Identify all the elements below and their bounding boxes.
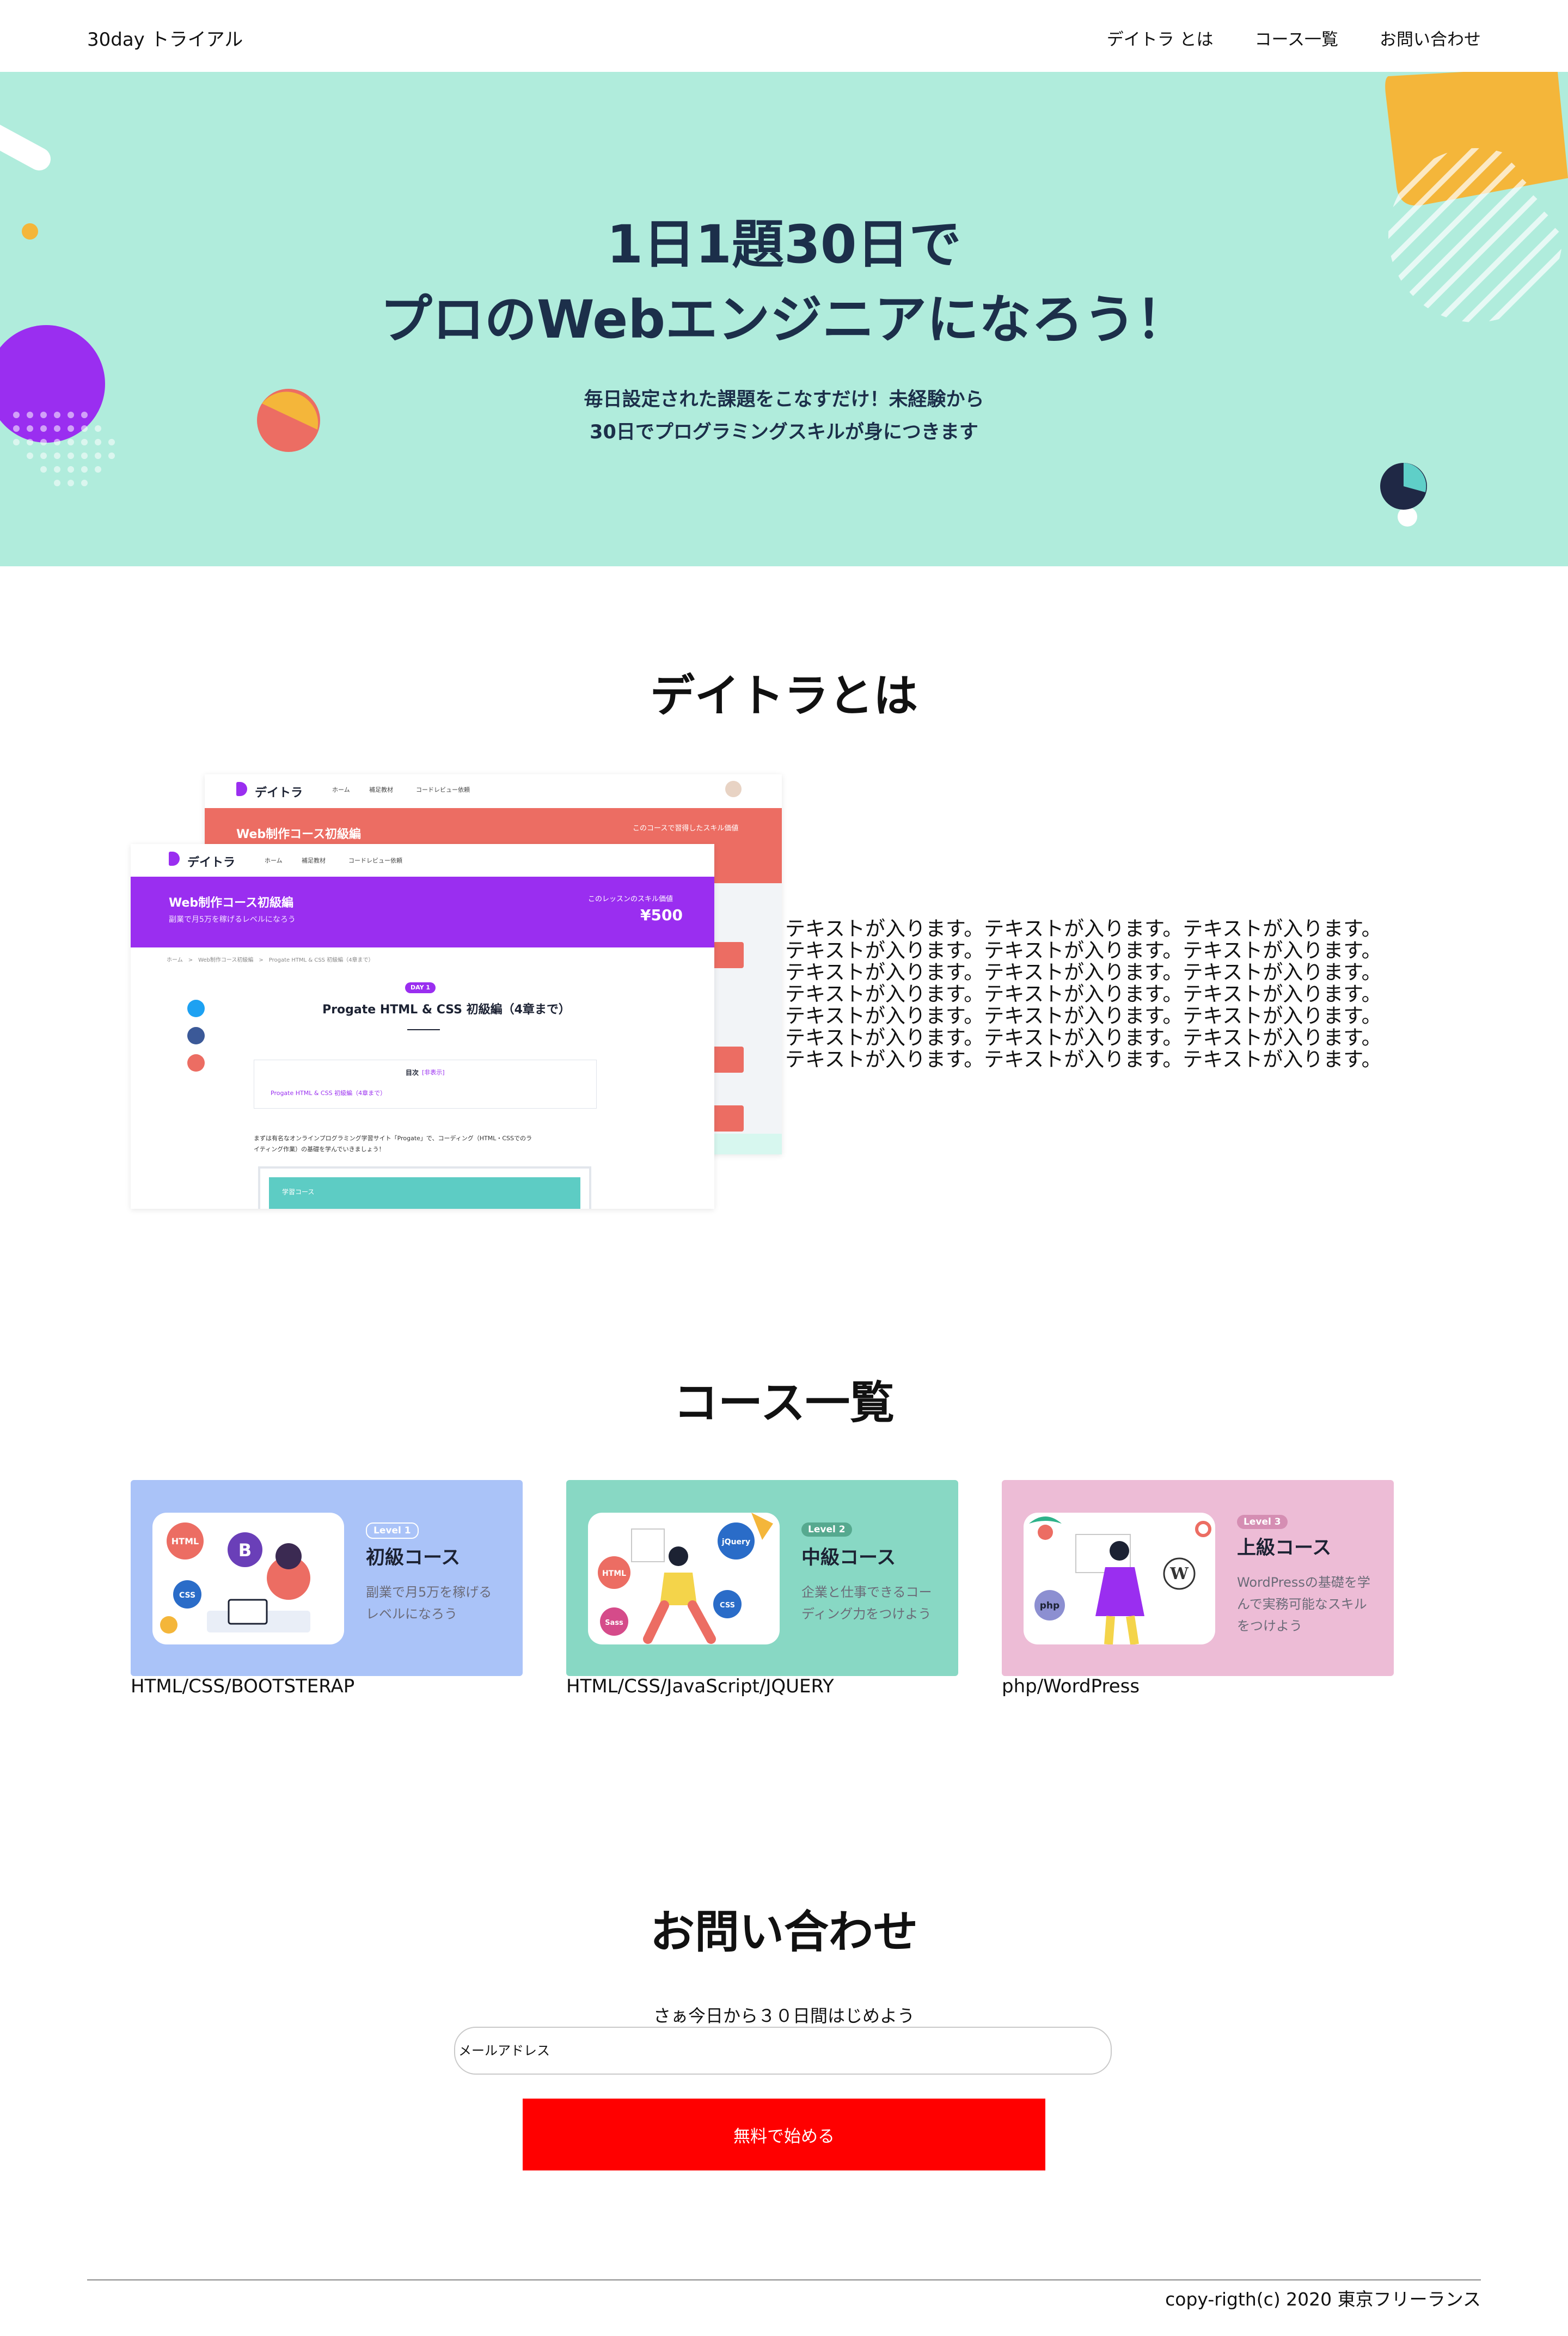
- course-level-badge: Level 1: [366, 1522, 419, 1539]
- mock-banner-right: このコースで習得したスキル価値: [633, 824, 739, 833]
- mock-toc-label: 目次: [406, 1069, 419, 1077]
- courses-title: コース一覧: [673, 1377, 895, 1429]
- nav-link-about[interactable]: デイトラ とは: [1107, 27, 1214, 52]
- nav-link-courses[interactable]: コース一覧: [1255, 27, 1338, 52]
- svg-text:HTML: HTML: [602, 1569, 626, 1578]
- site-logo[interactable]: 30day トライアル: [87, 27, 243, 52]
- hero-title: 1日1題30日で プロのWebエンジニアになろう！: [0, 207, 1568, 357]
- mock-brand: デイトラ: [187, 856, 236, 870]
- about-text-line: テキストが入ります。テキストが入ります。テキストが入ります。: [785, 982, 1382, 1006]
- contact-lead: さぁ今日から３０日間はじめよう: [653, 2005, 915, 2026]
- course-card-advanced[interactable]: php W Level 3 上級コース WordPressの基礎を学んで実務可能…: [1002, 1480, 1394, 1676]
- svg-text:CSS: CSS: [179, 1591, 195, 1600]
- about-title: デイトラとは: [650, 670, 918, 722]
- course-illustration: HTML jQuery CSS Sass: [588, 1513, 780, 1644]
- twitter-icon: [187, 1000, 205, 1017]
- course-tags-intermediate: HTML/CSS/JavaScript/JQUERY: [566, 1675, 834, 1697]
- about-text-line: テキストが入ります。テキストが入ります。テキストが入ります。: [785, 939, 1382, 962]
- screenshot-front: デイトラ ホーム 補足教材 コードレビュー依頼 Web制作コース初級編 副業で月…: [131, 844, 714, 1209]
- start-free-button[interactable]: 無料で始める: [523, 2099, 1045, 2170]
- nav-link-contact[interactable]: お問い合わせ: [1380, 27, 1481, 52]
- course-tags-advanced: php/WordPress: [1002, 1675, 1140, 1697]
- course-level-badge: Level 2: [801, 1522, 852, 1537]
- mock-nav-item: ホーム: [265, 857, 283, 864]
- course-name: 中級コース: [801, 1547, 896, 1569]
- mock-course-card: 学習コース: [258, 1166, 591, 1209]
- course-description: 副業で月5万を稼げるレベルになろう: [366, 1585, 492, 1622]
- svg-text:W: W: [1169, 1564, 1189, 1583]
- contact-title: お問い合わせ: [650, 1906, 918, 1958]
- course-illustration: php W: [1024, 1513, 1215, 1644]
- main-nav: デイトラ とは コース一覧 お問い合わせ: [1107, 27, 1481, 52]
- mock-nav-item: コードレビュー依頼: [348, 857, 402, 864]
- hero-title-line: 1日1題30日で: [607, 214, 961, 275]
- mock-card-label: 学習コース: [282, 1188, 315, 1196]
- site-header: 30day トライアル デイトラ とは コース一覧 お問い合わせ: [0, 0, 1568, 72]
- course-description: WordPressの基礎を学んで実務可能なスキルをつけよう: [1237, 1575, 1370, 1634]
- about-text-line: テキストが入ります。テキストが入ります。テキストが入ります。: [785, 961, 1382, 984]
- about-text-line: テキストが入ります。テキストが入ります。テキストが入ります。: [785, 1048, 1382, 1071]
- mock-toc: 目次 [非表示] Progate HTML & CSS 初級編（4章まで）: [254, 1060, 597, 1109]
- mock-toc-item: Progate HTML & CSS 初級編（4章まで）: [271, 1090, 387, 1097]
- about-text-line: テキストが入ります。テキストが入ります。テキストが入ります。: [785, 1026, 1382, 1049]
- course-description: 企業と仕事できるコーディング力をつけよう: [801, 1585, 932, 1622]
- course-illustration-art: HTML B CSS: [160, 1522, 310, 1634]
- course-card-intermediate[interactable]: HTML jQuery CSS Sass Level 2 中級コース 企業と仕事…: [566, 1480, 958, 1676]
- mock-skill-label: このレッスンのスキル価値: [588, 895, 673, 903]
- course-level-badge: Level 3: [1237, 1515, 1288, 1529]
- footer-divider: [87, 2279, 1481, 2280]
- mock-nav: デイトラ ホーム 補足教材 コードレビュー依頼: [131, 844, 714, 877]
- svg-text:php: php: [1040, 1600, 1059, 1611]
- mock-nav-item: ホーム: [332, 786, 350, 793]
- mock-day-badge: DAY 1: [405, 982, 436, 993]
- hero-subtitle-line: 毎日設定された課題をこなすだけ！未経験から: [584, 389, 984, 411]
- course-name: 上級コース: [1237, 1537, 1332, 1559]
- svg-text:Sass: Sass: [605, 1619, 623, 1627]
- about-description: テキストが入ります。テキストが入ります。テキストが入ります。 テキストが入ります…: [785, 918, 1493, 1071]
- mock-intro-text: イティング作業）の基礎を学んでいきましょう！: [254, 1146, 385, 1153]
- email-input[interactable]: [454, 2027, 1112, 2075]
- course-name: 初級コース: [366, 1547, 461, 1569]
- svg-text:CSS: CSS: [720, 1601, 735, 1610]
- mock-banner-sub: 副業で月5万を稼げるレベルになろう: [169, 915, 296, 924]
- course-illustration-art: php W: [1029, 1516, 1211, 1644]
- hero-section: 1日1題30日で プロのWebエンジニアになろう！ 毎日設定された課題をこなすだ…: [0, 72, 1568, 566]
- mock-divider: [407, 1029, 440, 1030]
- course-illustration: HTML B CSS: [152, 1513, 344, 1644]
- mock-breadcrumb: ホーム > Web制作コース初級編 > Progate HTML & CSS 初…: [167, 957, 374, 963]
- mock-lesson-title: Progate HTML & CSS 初級編（4章まで）: [322, 1003, 571, 1017]
- avatar: [725, 781, 742, 797]
- hero-title-line: プロのWebエンジニアになろう！: [379, 289, 1189, 350]
- brand-logo-icon: [236, 782, 247, 796]
- course-illustration-art: HTML jQuery CSS Sass: [598, 1513, 773, 1644]
- about-text-line: テキストが入ります。テキストが入ります。テキストが入ります。: [785, 917, 1382, 940]
- mock-banner: Web制作コース初級編 副業で月5万を稼げるレベルになろう このレッスンのスキル…: [131, 877, 714, 947]
- mock-brand: デイトラ: [255, 786, 303, 800]
- mock-nav-item: コードレビュー依頼: [416, 786, 470, 793]
- course-card-beginner[interactable]: HTML B CSS Level 1 初級コース 副業で月5万を稼げるレベルにな…: [131, 1480, 523, 1676]
- mock-intro-text: まずは有名なオンラインプログラミング学習サイト「Progate」で、コーディング…: [254, 1135, 532, 1142]
- hero-subtitle-line: 30日でプログラミングスキルが身につきます: [590, 421, 978, 443]
- mock-nav-item: 補足教材: [369, 786, 393, 793]
- hero-subtitle: 毎日設定された課題をこなすだけ！未経験から 30日でプログラミングスキルが身につ…: [0, 383, 1568, 449]
- mock-banner-title: Web制作コース初級編: [169, 896, 294, 910]
- course-tags-beginner: HTML/CSS/BOOTSTERAP: [131, 1675, 355, 1697]
- svg-text:jQuery: jQuery: [721, 1538, 750, 1546]
- about-text-line: テキストが入ります。テキストが入ります。テキストが入ります。: [785, 1004, 1382, 1028]
- facebook-icon: [187, 1027, 205, 1044]
- mock-nav-item: 補足教材: [302, 857, 326, 864]
- mock-nav: デイトラ ホーム 補足教材 コードレビュー依頼: [205, 774, 782, 808]
- mock-banner-title: Web制作コース初級編: [236, 828, 362, 841]
- svg-text:HTML: HTML: [171, 1536, 199, 1546]
- copyright: copy-rigth(c) 2020 東京フリーランス: [1165, 2289, 1481, 2310]
- mock-toc-toggle: [非表示]: [422, 1069, 445, 1076]
- brand-logo-icon: [169, 852, 180, 866]
- svg-text:B: B: [238, 1540, 252, 1561]
- mock-skill-value: ¥500: [640, 906, 683, 924]
- link-icon: [187, 1054, 205, 1072]
